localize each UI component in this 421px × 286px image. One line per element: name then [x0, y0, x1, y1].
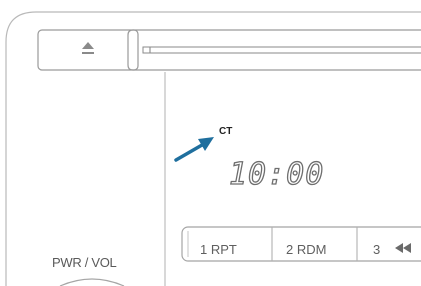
cd-slot [127, 29, 421, 71]
eject-button[interactable] [37, 29, 139, 71]
rewind-icon [395, 243, 411, 253]
preset-2-rdm-button[interactable]: 2 RDM [286, 243, 326, 256]
power-volume-label: PWR / VOL [52, 255, 117, 270]
clock-display: 10:00 [228, 157, 325, 192]
callout-arrow [174, 137, 214, 162]
power-volume-knob[interactable] [59, 278, 125, 286]
cd-slot-opening [149, 46, 421, 54]
preset-3-button[interactable]: 3 [373, 243, 380, 256]
ct-indicator: CT [219, 126, 233, 137]
preset-1-rpt-button[interactable]: 1 RPT [200, 243, 237, 256]
